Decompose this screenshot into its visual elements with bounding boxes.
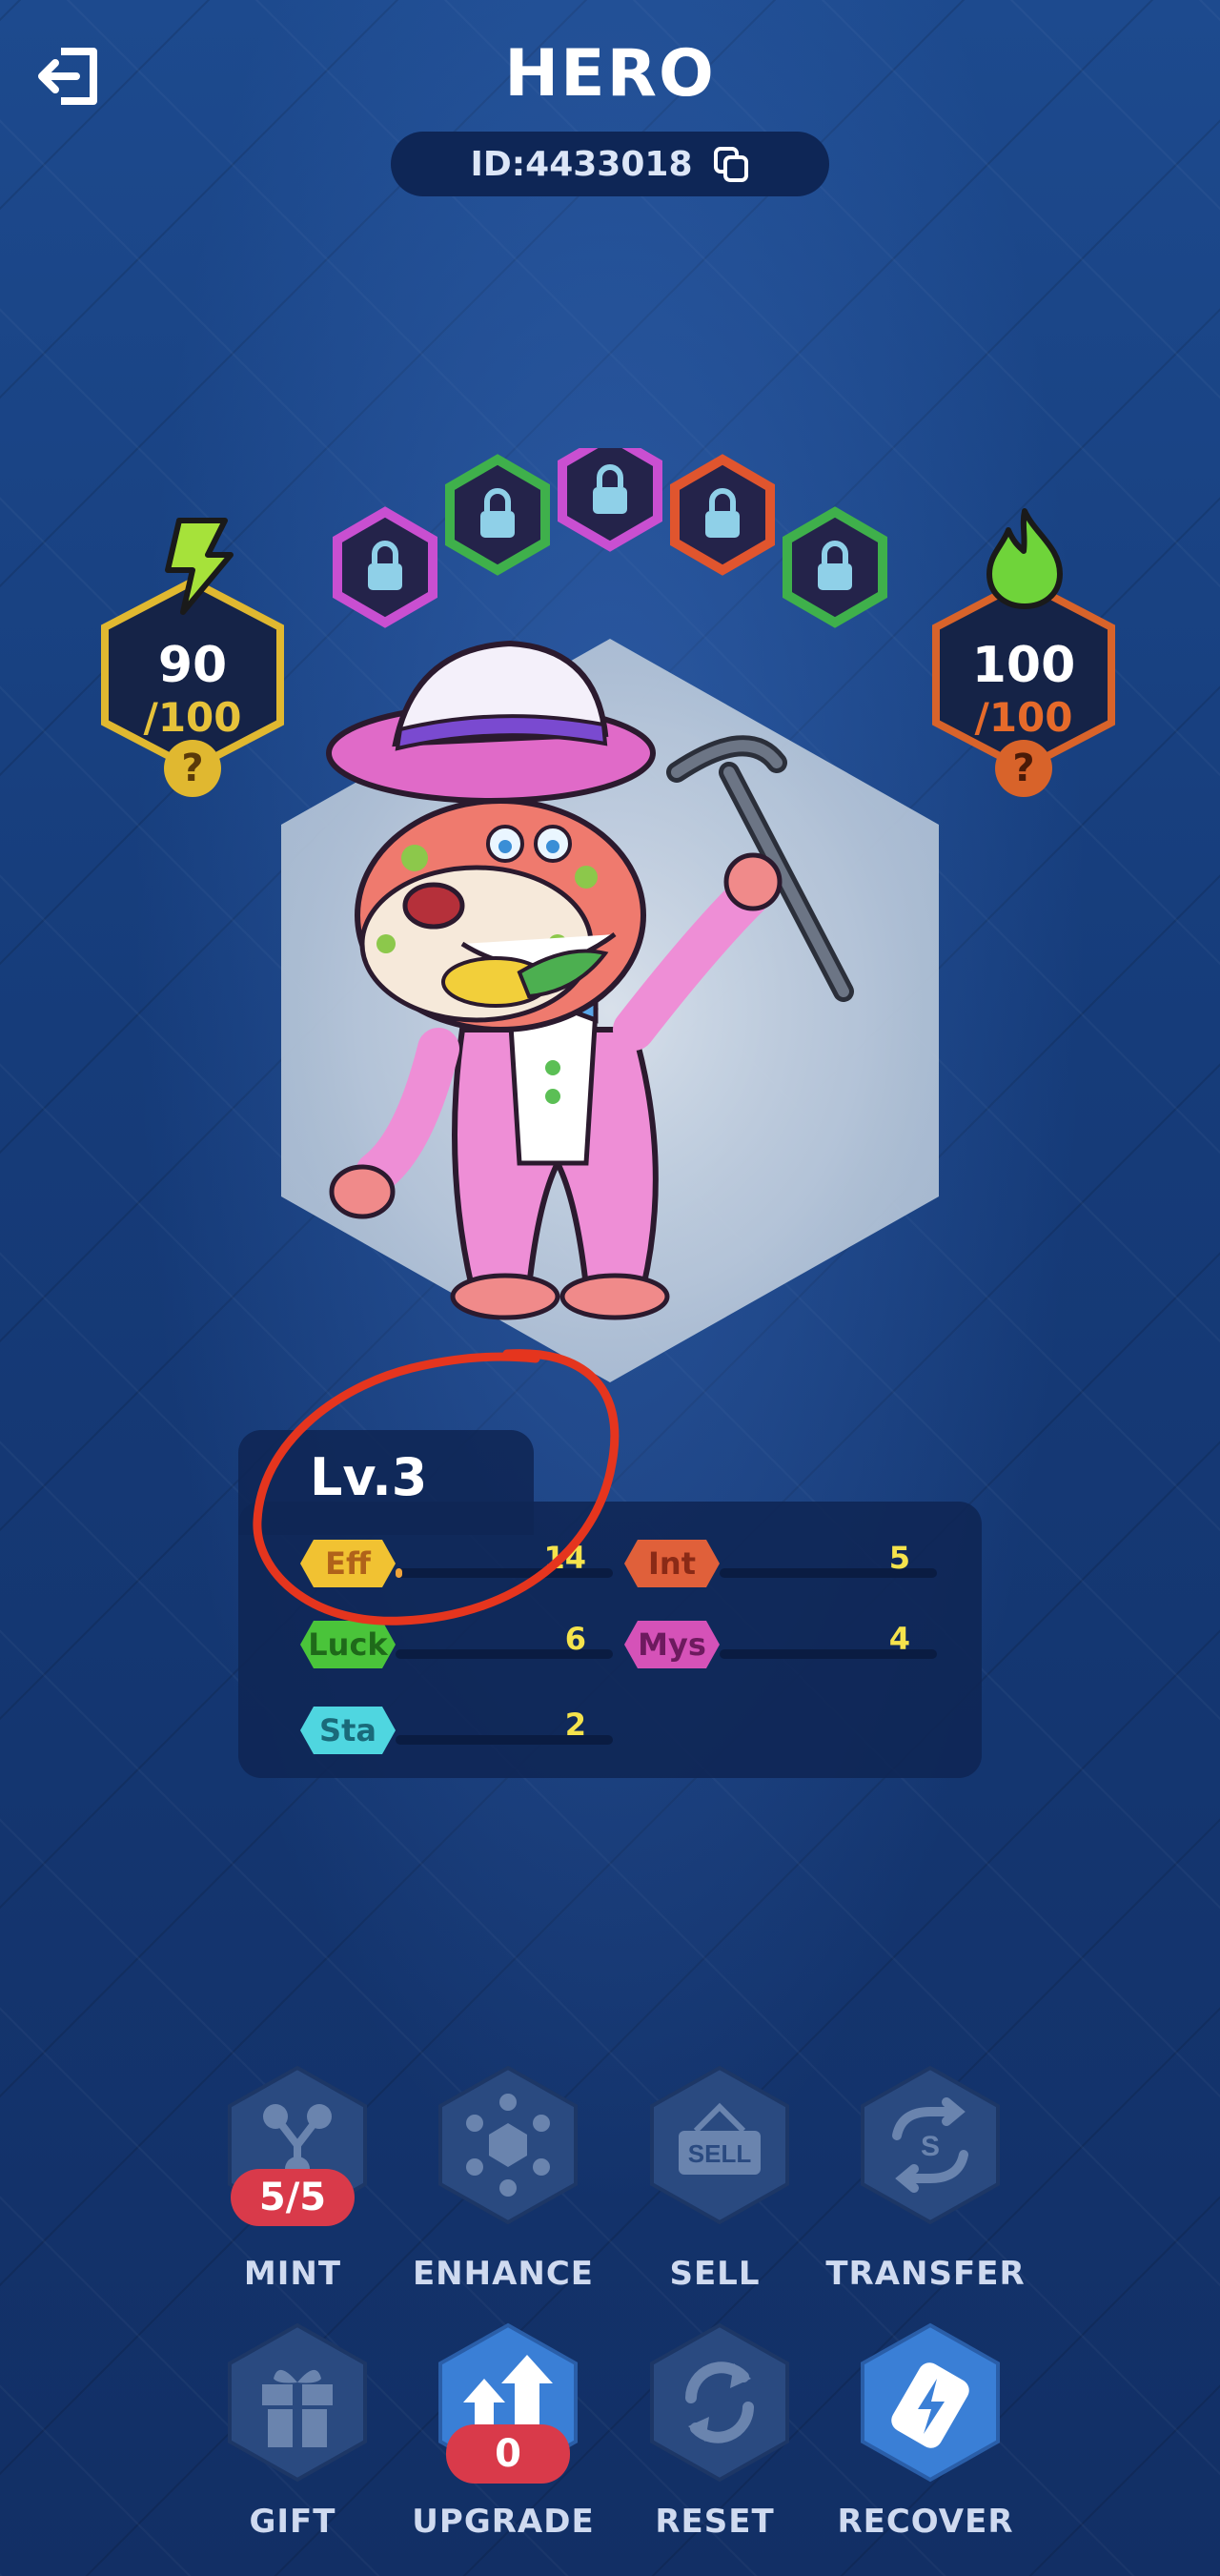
energy-current: 90 [157,637,228,694]
reset-button[interactable]: RESET [620,2321,810,2541]
annotation-circle [253,1349,620,1625]
svg-text:S: S [921,2131,940,2162]
mint-count-badge: 5/5 [231,2169,355,2226]
sell-sign-text: SELL [688,2139,752,2168]
gift-button[interactable]: GIFT [197,2321,388,2541]
fire-max: /100 [974,694,1073,741]
gem-slot-2[interactable] [445,454,550,576]
stat-mys-label: Mys [624,1621,720,1668]
stat-mys-value: 4 [888,1621,910,1657]
stat-sta-value: 2 [564,1707,586,1743]
fire-help-icon[interactable]: ? [995,740,1052,797]
stat-mys: Mys 4 [624,1621,937,1668]
copy-icon[interactable] [712,145,750,183]
stat-sta: Sta 2 [300,1707,613,1754]
gift-icon [228,2322,367,2483]
hero-id-pill: ID:4433018 [391,132,829,196]
stat-sta-label: Sta [300,1707,396,1754]
recover-label: RECOVER [837,2503,1014,2541]
energy-stat: 90 /100 ? [95,518,290,797]
reset-icon [650,2322,789,2483]
enhance-icon [438,2065,578,2225]
gift-label: GIFT [249,2503,336,2541]
gem-slot-3[interactable] [558,448,662,552]
transfer-icon: S [861,2065,1000,2225]
sell-sign-icon: SELL [650,2065,789,2225]
recover-button[interactable]: RECOVER [830,2321,1021,2541]
upgrade-button[interactable]: 0 UPGRADE [408,2321,599,2541]
fire-stat: 100 /100 ? [926,508,1121,797]
mint-label: MINT [243,2255,342,2293]
stat-int: Int 5 [624,1540,937,1587]
page-title: HERO [504,36,716,112]
enhance-button[interactable]: ENHANCE [408,2064,599,2293]
energy-help-icon[interactable]: ? [164,740,221,797]
gem-slot-5[interactable] [783,506,887,628]
hero-id-text: ID:4433018 [470,144,693,184]
sell-label: SELL [669,2255,761,2293]
stat-int-label: Int [624,1540,720,1587]
gem-slot-1[interactable] [333,506,437,628]
hero-portrait [281,639,939,1382]
transfer-label: TRANSFER [825,2255,1026,2293]
gem-slot-4[interactable] [670,454,775,576]
flame-icon [986,508,1063,609]
sell-button[interactable]: SELL SELL [620,2064,810,2293]
enhance-label: ENHANCE [412,2255,595,2293]
upgrade-count-badge: 0 [446,2424,570,2484]
transfer-button[interactable]: S TRANSFER [825,2064,1025,2293]
battery-bolt-icon [861,2322,1000,2483]
lightning-icon [165,518,234,615]
mint-button[interactable]: 5/5 MINT [197,2064,388,2293]
upgrade-label: UPGRADE [412,2503,595,2541]
reset-label: RESET [655,2503,775,2541]
fire-current: 100 [971,637,1076,694]
energy-max: /100 [143,694,242,741]
stat-int-value: 5 [888,1540,910,1576]
